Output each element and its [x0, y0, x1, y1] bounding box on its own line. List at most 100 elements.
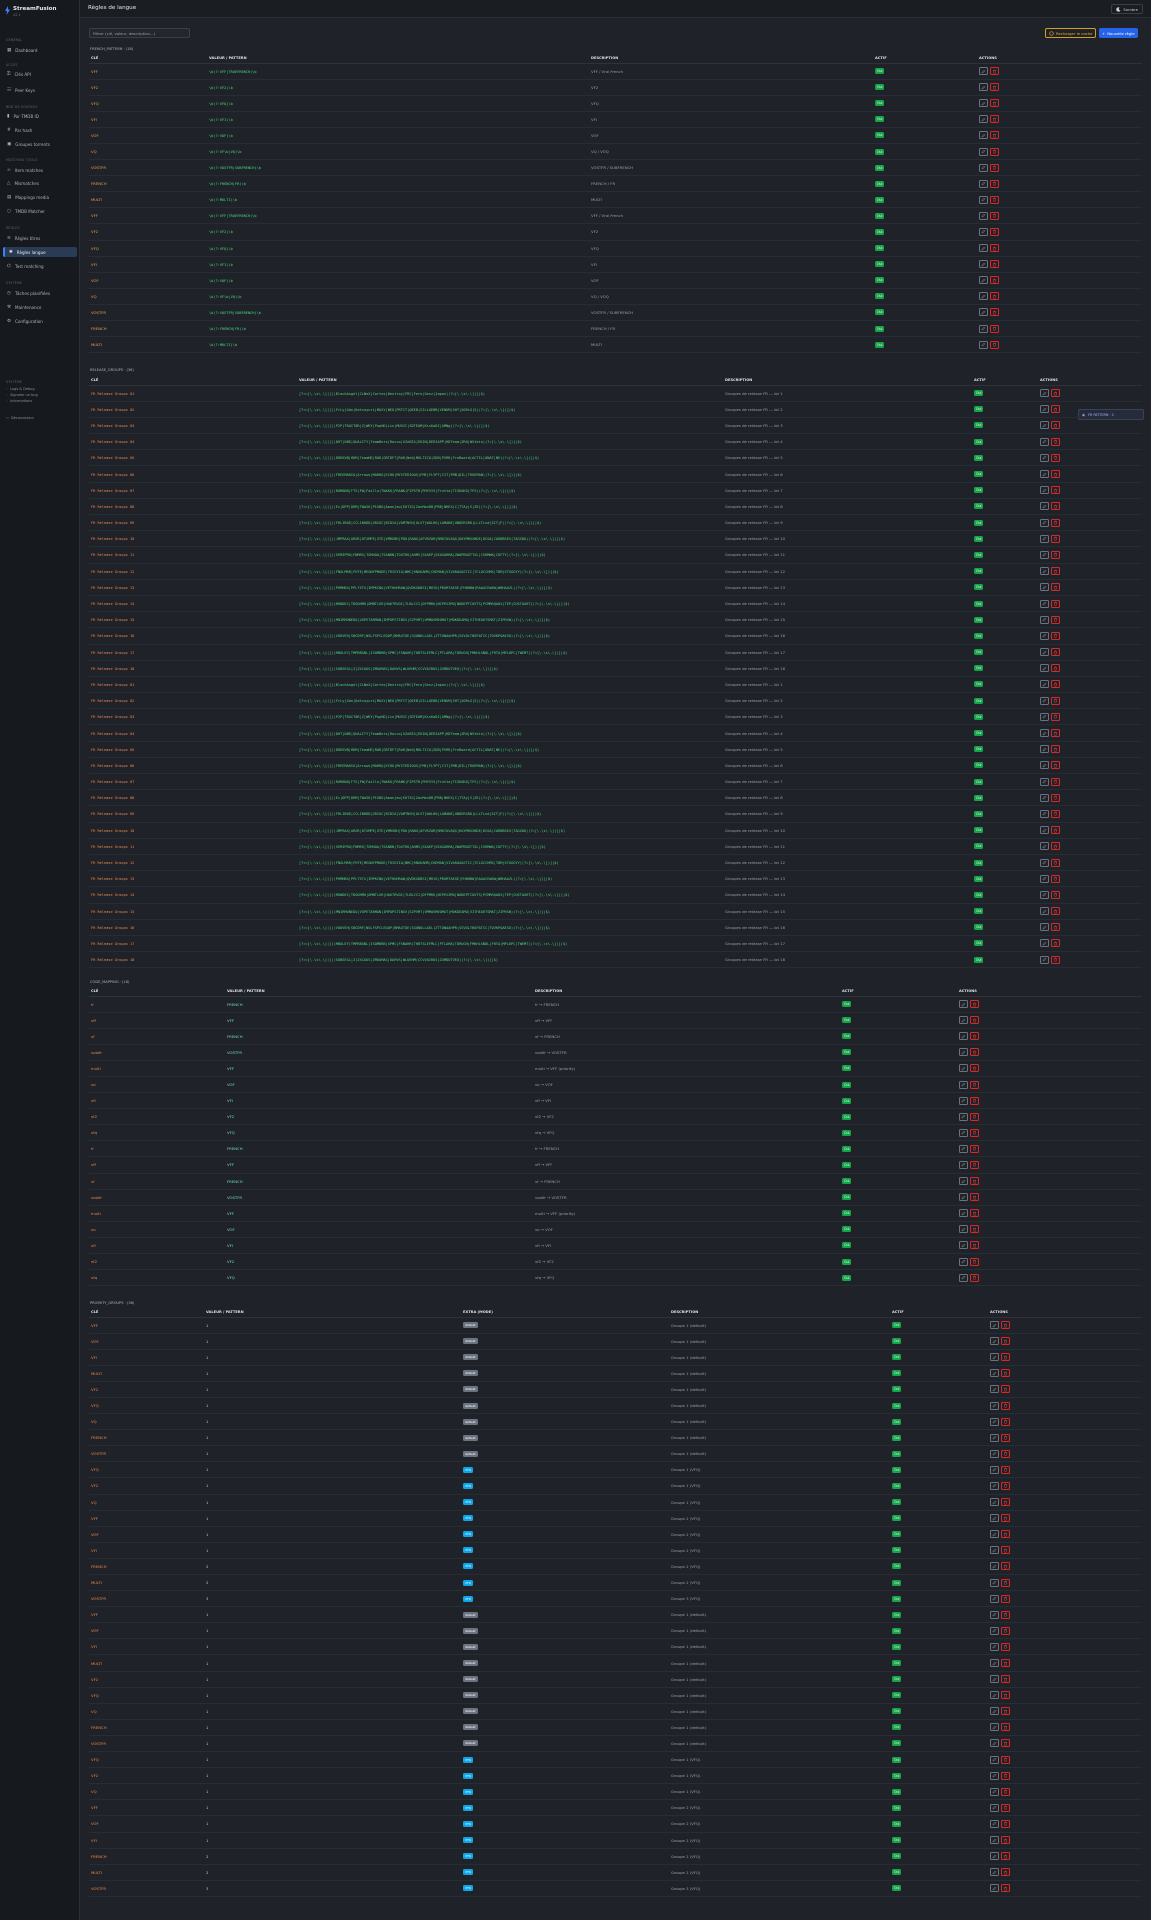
delete-button[interactable]	[1051, 470, 1060, 479]
edit-button[interactable]	[1040, 421, 1049, 430]
edit-button[interactable]	[959, 1112, 968, 1121]
edit-button[interactable]	[1040, 405, 1049, 414]
delete-button[interactable]	[1051, 599, 1060, 608]
edit-button[interactable]	[1040, 745, 1049, 754]
edit-button[interactable]	[1040, 761, 1049, 770]
table-row[interactable]: FR Release Groups 10 [?<=[\.\s\-\[(])(JMP…	[89, 530, 1142, 548]
table-row[interactable]: vf2 VF2 vf2 → VF2 Oui	[89, 1108, 1142, 1126]
table-row[interactable]: VOSTFR 1 default Groupe 1 (default) Oui	[89, 1735, 1142, 1753]
delete-button[interactable]	[1051, 615, 1060, 624]
filter-input[interactable]	[89, 28, 190, 38]
delete-button[interactable]	[1051, 664, 1060, 673]
table-row[interactable]: MULTI \b(?:MULTI)\b MULTI Oui	[89, 191, 1142, 209]
table-row[interactable]: FR Release Groups 14 [?<=[\.\s\-\[(])(MUN…	[89, 886, 1142, 904]
delete-button[interactable]	[1001, 1642, 1010, 1651]
table-row[interactable]: FR Release Groups 03 [?<=[\.\s\-\[(])(P2P…	[89, 417, 1142, 435]
sidebar-item-par-hash[interactable]: # Par hash	[3, 125, 77, 135]
info-link[interactable]: ◦ Informations	[6, 399, 32, 403]
delete-button[interactable]	[1051, 761, 1060, 770]
edit-button[interactable]	[990, 1449, 999, 1458]
delete-button[interactable]	[970, 1241, 979, 1250]
delete-button[interactable]	[1051, 437, 1060, 446]
edit-button[interactable]	[990, 1691, 999, 1700]
delete-button[interactable]	[1051, 567, 1060, 576]
edit-button[interactable]	[959, 1225, 968, 1234]
table-row[interactable]: VF2 \b(?:VF2)\b VF2 Oui	[89, 79, 1142, 96]
table-row[interactable]: MULTI \b(?:MULTI)\b MULTI Oui	[89, 336, 1142, 354]
table-row[interactable]: VFI \b(?:VFI)\b VFI Oui	[89, 111, 1142, 128]
table-row[interactable]: FR Release Groups 13 [?<=[\.\s\-\[(])(PHM…	[89, 579, 1142, 596]
delete-button[interactable]	[990, 163, 999, 172]
delete-button[interactable]	[1051, 745, 1060, 754]
table-row[interactable]: VOF \b(?:VOF)\b VOF Oui	[89, 272, 1142, 289]
edit-button[interactable]	[979, 131, 988, 140]
delete-button[interactable]	[990, 131, 999, 140]
delete-button[interactable]	[1001, 1369, 1010, 1378]
delete-button[interactable]	[990, 211, 999, 220]
table-row[interactable]: vff VFF vff → VFF Oui	[89, 1156, 1142, 1174]
edit-button[interactable]	[979, 115, 988, 124]
table-row[interactable]: VQ 1 default Groupe 1 (default) Oui	[89, 1413, 1142, 1431]
table-row[interactable]: FRENCH \b(?:FRENCH|FR)\b FRENCH / FR Oui	[89, 320, 1142, 338]
table-row[interactable]: FR Release Groups 18 [?<=[\.\s\-\[(])(SUB…	[89, 660, 1142, 677]
delete-button[interactable]	[1001, 1514, 1010, 1523]
table-row[interactable]: FRENCH 1 default Groupe 1 (default) Oui	[89, 1429, 1142, 1447]
table-row[interactable]: MULTI 2 VFQ Groupe 2 (VFQ) Oui	[89, 1864, 1142, 1881]
table-row[interactable]: FR Release Groups 15 [?<=[\.\s\-\[(])(MNI…	[89, 611, 1142, 629]
table-row[interactable]: vfq VFQ vfq → VFQ Oui	[89, 1269, 1142, 1287]
edit-button[interactable]	[959, 1032, 968, 1041]
edit-button[interactable]	[990, 1594, 999, 1603]
table-row[interactable]: FR Release Groups 12 [?<=[\.\s\-\[(])(FNG…	[89, 563, 1142, 580]
table-row[interactable]: FR Release Groups 08 [?<=[\.\s\-\[(])(Ec|…	[89, 498, 1142, 516]
table-row[interactable]: vf2 VF2 vf2 → VF2 Oui	[89, 1253, 1142, 1271]
delete-button[interactable]	[1051, 648, 1060, 657]
edit-button[interactable]	[990, 1884, 999, 1893]
edit-button[interactable]	[979, 227, 988, 236]
delete-button[interactable]	[1001, 1578, 1010, 1587]
edit-button[interactable]	[1040, 696, 1049, 705]
edit-button[interactable]	[979, 147, 988, 156]
delete-button[interactable]	[970, 1016, 979, 1025]
edit-button[interactable]	[1040, 470, 1049, 479]
delete-button[interactable]	[1051, 890, 1060, 899]
table-row[interactable]: FR Release Groups 03 [?<=[\.\s\-\[(])(P2P…	[89, 708, 1142, 726]
delete-button[interactable]	[1051, 389, 1060, 398]
sidebar-item-cl-s-api[interactable]: ⚿ Clés API	[3, 69, 77, 79]
delete-button[interactable]	[1051, 874, 1060, 883]
delete-button[interactable]	[1051, 809, 1060, 818]
table-row[interactable]: FR Release Groups 10 [?<=[\.\s\-\[(])(JMP…	[89, 822, 1142, 839]
table-row[interactable]: FR Release Groups 09 [?<=[\.\s\-\[(])(FRL…	[89, 514, 1142, 532]
table-row[interactable]: vostfr VOSTFR vostfr → VOSTFR Oui	[89, 1044, 1142, 1061]
table-row[interactable]: VFI \b(?:VFI)\b VFI Oui	[89, 256, 1142, 273]
delete-button[interactable]	[1001, 1868, 1010, 1877]
delete-button[interactable]	[1001, 1771, 1010, 1780]
delete-button[interactable]	[1051, 842, 1060, 851]
table-row[interactable]: FR Release Groups 04 [?<=[\.\s\-\[(])(DHT…	[89, 433, 1142, 451]
delete-button[interactable]	[1001, 1803, 1010, 1812]
delete-button[interactable]	[970, 1160, 979, 1169]
edit-button[interactable]	[990, 1755, 999, 1764]
table-row[interactable]: VFI 1 default Groupe 1 (default) Oui	[89, 1349, 1142, 1366]
delete-button[interactable]	[1051, 518, 1060, 527]
table-row[interactable]: VF2 1 VFQ Groupe 1 (VFQ) Oui	[89, 1477, 1142, 1495]
table-row[interactable]: MULTI 1 default Groupe 1 (default) Oui	[89, 1654, 1142, 1672]
delete-button[interactable]	[1051, 486, 1060, 495]
delete-button[interactable]	[970, 1112, 979, 1121]
delete-button[interactable]	[1051, 405, 1060, 414]
delete-button[interactable]	[970, 1193, 979, 1202]
table-row[interactable]: FR Release Groups 02 [?<=[\.\s\-\[(])(FrL…	[89, 692, 1142, 710]
edit-button[interactable]	[1040, 809, 1049, 818]
delete-button[interactable]	[1001, 1659, 1010, 1668]
delete-button[interactable]	[990, 83, 999, 92]
delete-button[interactable]	[970, 1225, 979, 1234]
table-row[interactable]: VQ 1 VFQ Groupe 1 (VFQ) Oui	[89, 1783, 1142, 1801]
sidebar-item-r-gles-langue[interactable]: ✱ Règles langue	[3, 247, 77, 257]
edit-button[interactable]	[979, 211, 988, 220]
delete-button[interactable]	[1001, 1707, 1010, 1716]
table-row[interactable]: VF2 1 VFQ Groupe 1 (VFQ) Oui	[89, 1767, 1142, 1785]
table-row[interactable]: VOSTFR 3 VFQ Groupe 3 (VFQ) Oui	[89, 1590, 1142, 1608]
delete-button[interactable]	[1001, 1819, 1010, 1828]
sidebar-item-tmdb-matcher[interactable]: ○ TMDB Matcher	[3, 206, 77, 216]
sidebar-item-t-ches-planifi-es[interactable]: ◷ Tâches planifiées	[3, 288, 77, 298]
table-row[interactable]: FR Release Groups 02 [?<=[\.\s\-\[(])(FrL…	[89, 401, 1142, 418]
